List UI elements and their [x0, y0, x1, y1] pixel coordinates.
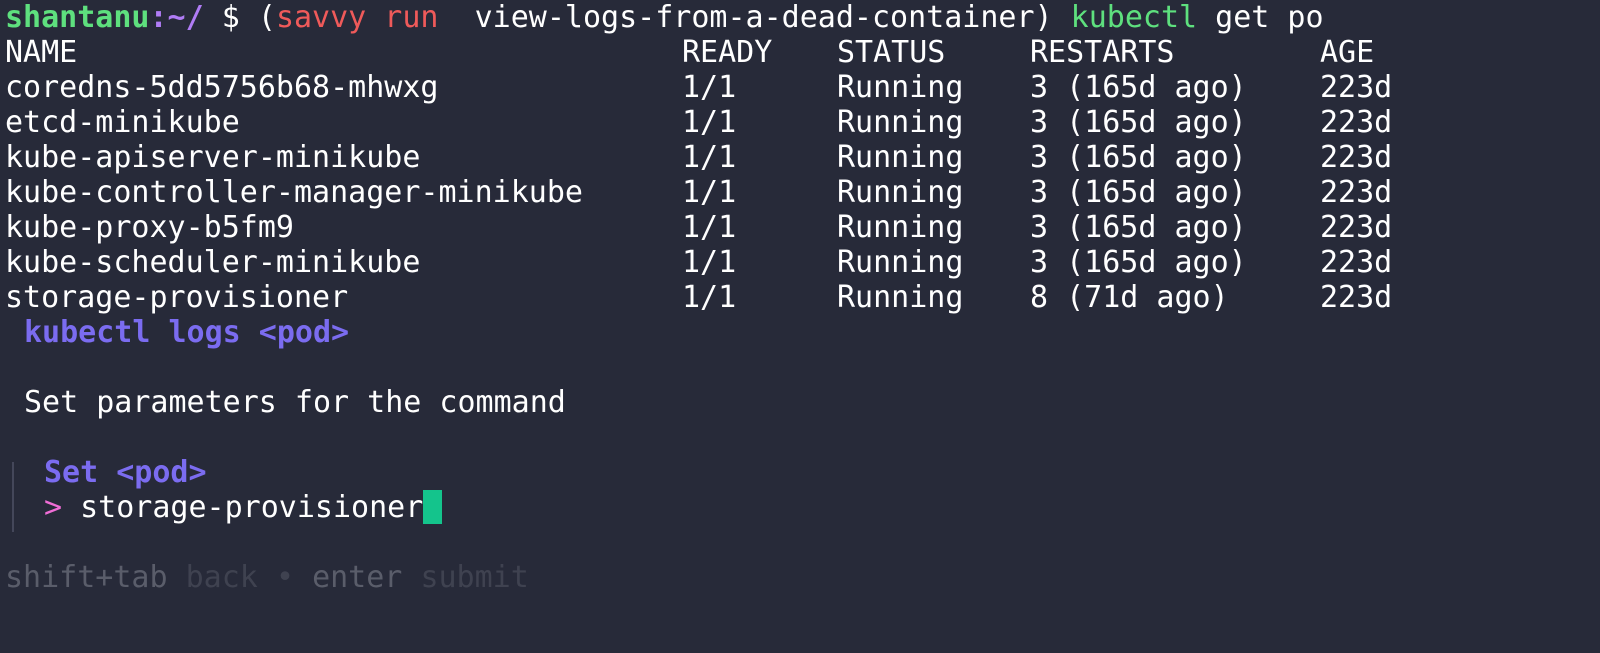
table-row: kube-apiserver-minikube 1/1 Running 3 (1… — [5, 140, 1505, 176]
help-separator: • — [275, 560, 294, 595]
command-args: get po — [1197, 0, 1324, 35]
pod-status: Running — [837, 140, 964, 175]
pod-restarts: 3 (165d ago) — [1030, 210, 1247, 245]
pod-name: etcd-minikube — [5, 105, 240, 140]
pod-name: kube-apiserver-minikube — [5, 140, 421, 175]
column-header-name: NAME — [5, 35, 78, 70]
column-header-status: STATUS — [837, 35, 946, 70]
input-value: storage-provisioner — [80, 490, 424, 525]
pod-restarts: 3 (165d ago) — [1030, 105, 1247, 140]
form-description: Set parameters for the command — [24, 385, 566, 420]
pod-restarts: 3 (165d ago) — [1030, 245, 1247, 280]
text-cursor — [423, 490, 443, 524]
pod-status: Running — [837, 175, 964, 210]
pod-age: 223d — [1320, 105, 1393, 140]
pod-name: kube-controller-manager-minikube — [5, 175, 583, 210]
table-row: kube-proxy-b5fm9 1/1 Running 3 (165d ago… — [5, 210, 1505, 246]
pod-restarts: 3 (165d ago) — [1030, 70, 1247, 105]
field-focus-bar — [12, 462, 14, 532]
pod-age: 223d — [1320, 245, 1393, 280]
savvy-run-command: savvy run — [275, 0, 439, 35]
pod-restarts: 8 (71d ago) — [1030, 280, 1229, 315]
pod-ready: 1/1 — [682, 245, 737, 280]
kubectl-command: kubectl — [1070, 0, 1198, 35]
pod-name: kube-proxy-b5fm9 — [5, 210, 294, 245]
help-bar: shift+tab back • enter submit — [5, 560, 529, 596]
help-submit-desc: submit — [420, 560, 529, 595]
pod-status: Running — [837, 210, 964, 245]
column-header-age: AGE — [1320, 35, 1375, 70]
field-label: Set <pod> — [44, 455, 207, 490]
shell-prompt-line: shantanu:~/ $ (savvy run view-logs-from-… — [5, 0, 1324, 36]
pod-status: Running — [837, 70, 964, 105]
pod-status: Running — [837, 105, 964, 140]
table-row: kube-scheduler-minikube 1/1 Running 3 (1… — [5, 245, 1505, 281]
column-header-restarts: RESTARTS — [1030, 35, 1175, 70]
pod-ready: 1/1 — [682, 105, 737, 140]
pod-ready: 1/1 — [682, 140, 737, 175]
pod-age: 223d — [1320, 175, 1393, 210]
table-row: coredns-5dd5756b68-mhwxg 1/1 Running 3 (… — [5, 70, 1505, 106]
pod-name: coredns-5dd5756b68-mhwxg — [5, 70, 439, 105]
help-back-desc: back — [185, 560, 258, 595]
prompt-path: :~/ — [149, 0, 204, 35]
table-row: etcd-minikube 1/1 Running 3 (165d ago) 2… — [5, 105, 1505, 141]
prompt-symbol: $ — [203, 0, 258, 35]
pod-restarts: 3 (165d ago) — [1030, 140, 1247, 175]
runbook-name: view-logs-from-a-dead-container) — [438, 0, 1053, 35]
pod-ready: 1/1 — [682, 280, 737, 315]
pod-ready: 1/1 — [682, 175, 737, 210]
pod-input[interactable]: > storage-provisioner — [44, 490, 443, 526]
table-header: NAME READY STATUS RESTARTS AGE — [5, 35, 1505, 71]
input-prompt-caret: > — [44, 490, 63, 525]
prompt-paren: ( — [257, 0, 276, 35]
prompt-user: shantanu — [5, 0, 150, 35]
pod-age: 223d — [1320, 280, 1393, 315]
pod-ready: 1/1 — [682, 70, 737, 105]
table-row: storage-provisioner 1/1 Running 8 (71d a… — [5, 280, 1505, 316]
pod-status: Running — [837, 245, 964, 280]
pod-age: 223d — [1320, 140, 1393, 175]
pod-name: kube-scheduler-minikube — [5, 245, 421, 280]
table-row: kube-controller-manager-minikube 1/1 Run… — [5, 175, 1505, 211]
help-submit-key: enter — [312, 560, 403, 595]
pod-restarts: 3 (165d ago) — [1030, 175, 1247, 210]
pod-name: storage-provisioner — [5, 280, 349, 315]
column-header-ready: READY — [682, 35, 773, 70]
form-step-title: kubectl logs <pod> — [24, 315, 350, 350]
pod-age: 223d — [1320, 70, 1393, 105]
help-back-key: shift+tab — [5, 560, 168, 595]
pod-ready: 1/1 — [682, 210, 737, 245]
pod-age: 223d — [1320, 210, 1393, 245]
pod-status: Running — [837, 280, 964, 315]
